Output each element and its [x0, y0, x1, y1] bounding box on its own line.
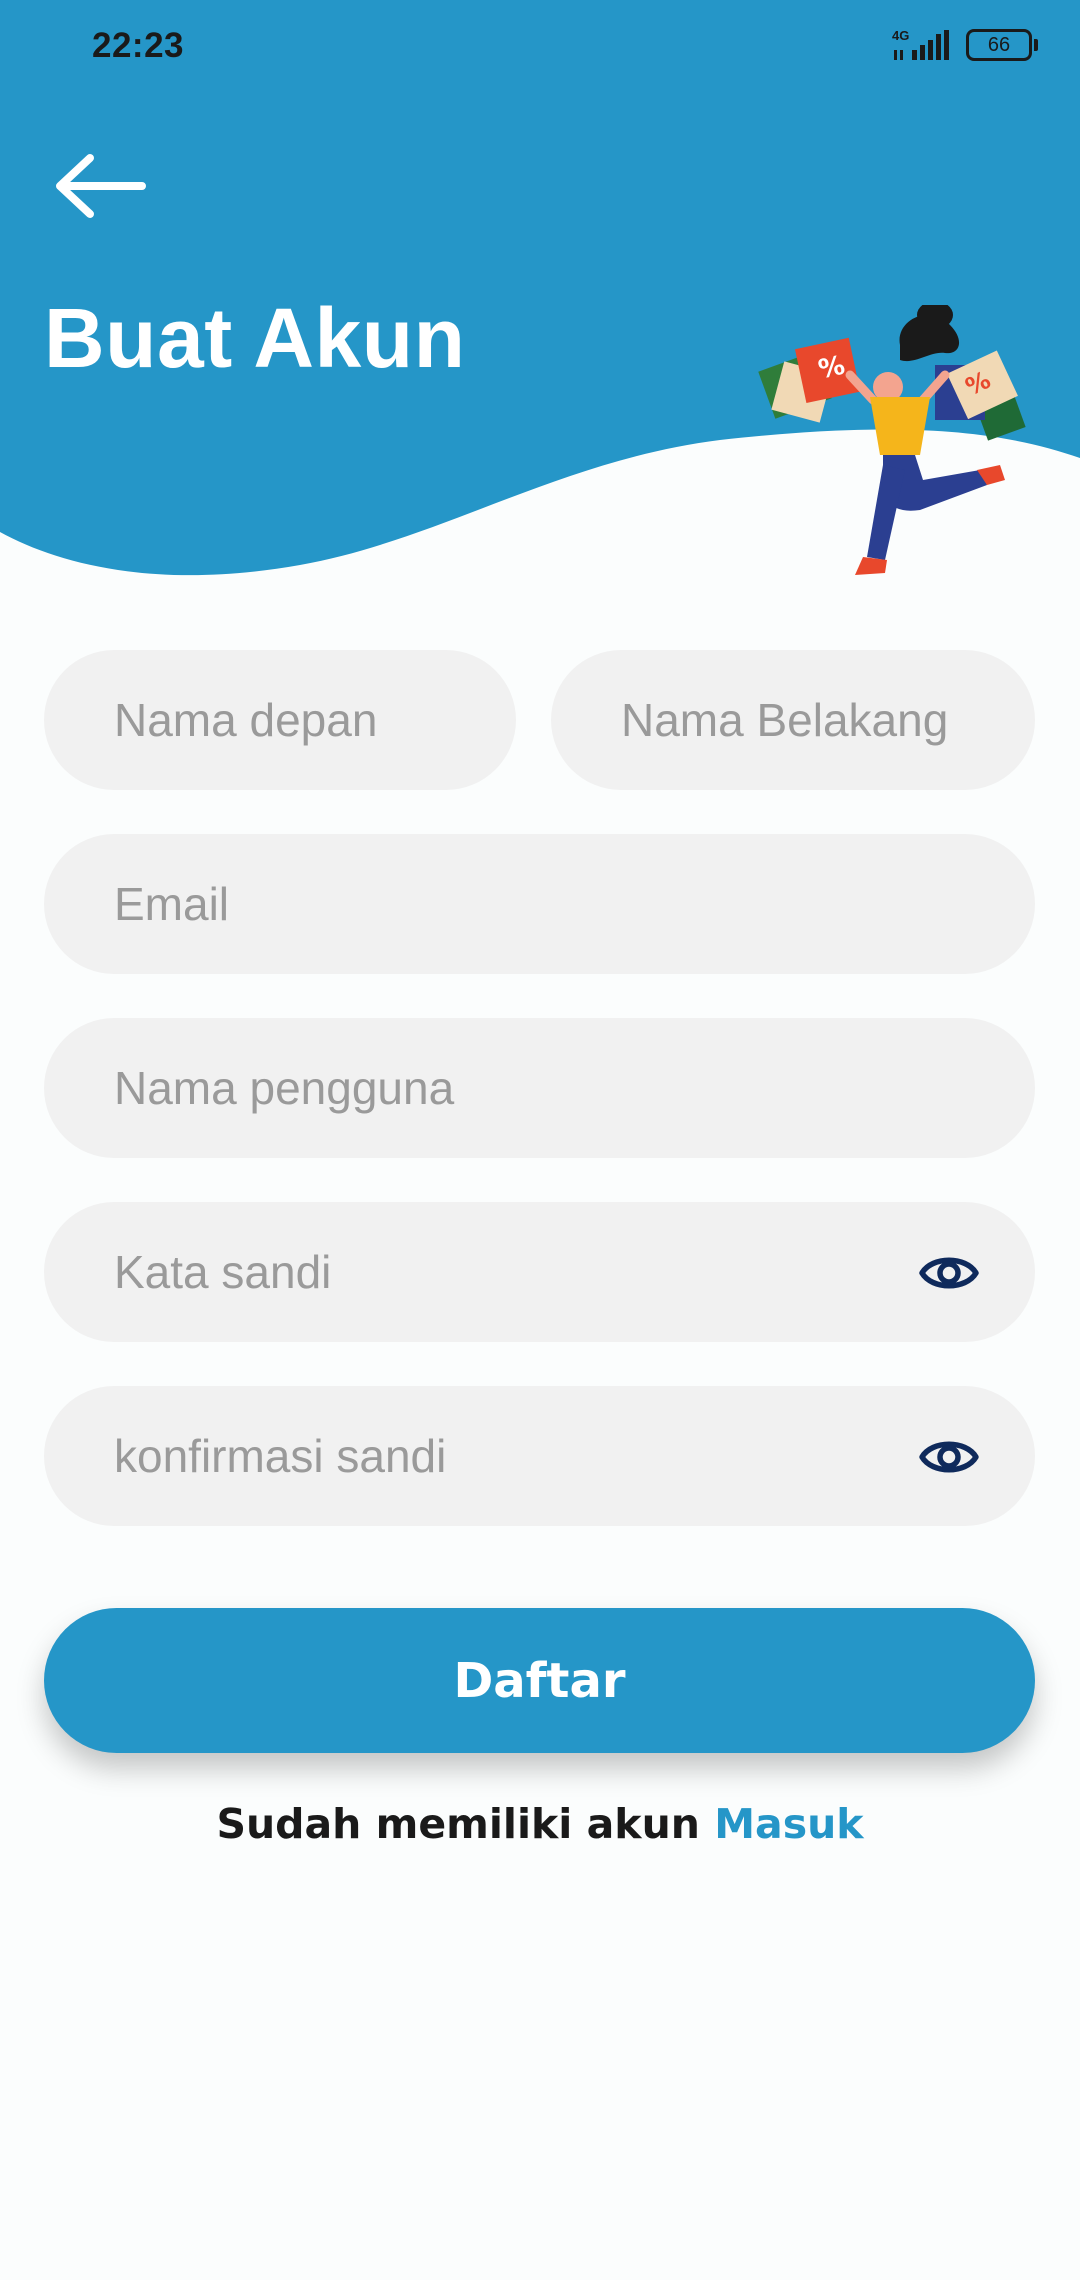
- battery-level: 66: [987, 33, 1011, 56]
- register-button[interactable]: Daftar: [44, 1608, 1035, 1753]
- eye-icon: [919, 1441, 979, 1473]
- last-name-field[interactable]: [551, 650, 1035, 790]
- battery-icon: 66: [966, 29, 1038, 61]
- page-title: Buat Akun: [44, 291, 466, 385]
- login-link[interactable]: Masuk: [714, 1800, 863, 1848]
- eye-icon: [919, 1257, 979, 1289]
- password-input[interactable]: [44, 1202, 1035, 1342]
- register-screen: 22:23 4G 66 Buat Akun % % Nama depan Nam…: [0, 0, 1080, 2280]
- status-time: 22:23: [92, 26, 185, 65]
- back-button[interactable]: [52, 150, 152, 230]
- username-input[interactable]: [44, 1018, 1035, 1158]
- confirm-password-visibility-toggle[interactable]: [918, 1426, 980, 1488]
- arrow-left-icon: [56, 154, 146, 218]
- login-prompt-text: Sudah memiliki akun: [216, 1800, 715, 1848]
- email-input[interactable]: [44, 834, 1035, 974]
- username-field[interactable]: [44, 1018, 1035, 1158]
- shopping-girl-illustration: % %: [758, 305, 1026, 575]
- last-name-input[interactable]: [551, 650, 1035, 790]
- password-visibility-toggle[interactable]: [918, 1242, 980, 1304]
- login-prompt: Sudah memiliki akun Masuk: [0, 1800, 1080, 1848]
- confirm-password-field[interactable]: [44, 1386, 1035, 1526]
- confirm-password-input[interactable]: [44, 1386, 1035, 1526]
- password-field[interactable]: [44, 1202, 1035, 1342]
- first-name-input[interactable]: [44, 650, 516, 790]
- first-name-field[interactable]: [44, 650, 516, 790]
- email-field[interactable]: [44, 834, 1035, 974]
- signal-icon: 4G: [892, 28, 952, 62]
- status-icons: 4G 66: [892, 28, 1038, 62]
